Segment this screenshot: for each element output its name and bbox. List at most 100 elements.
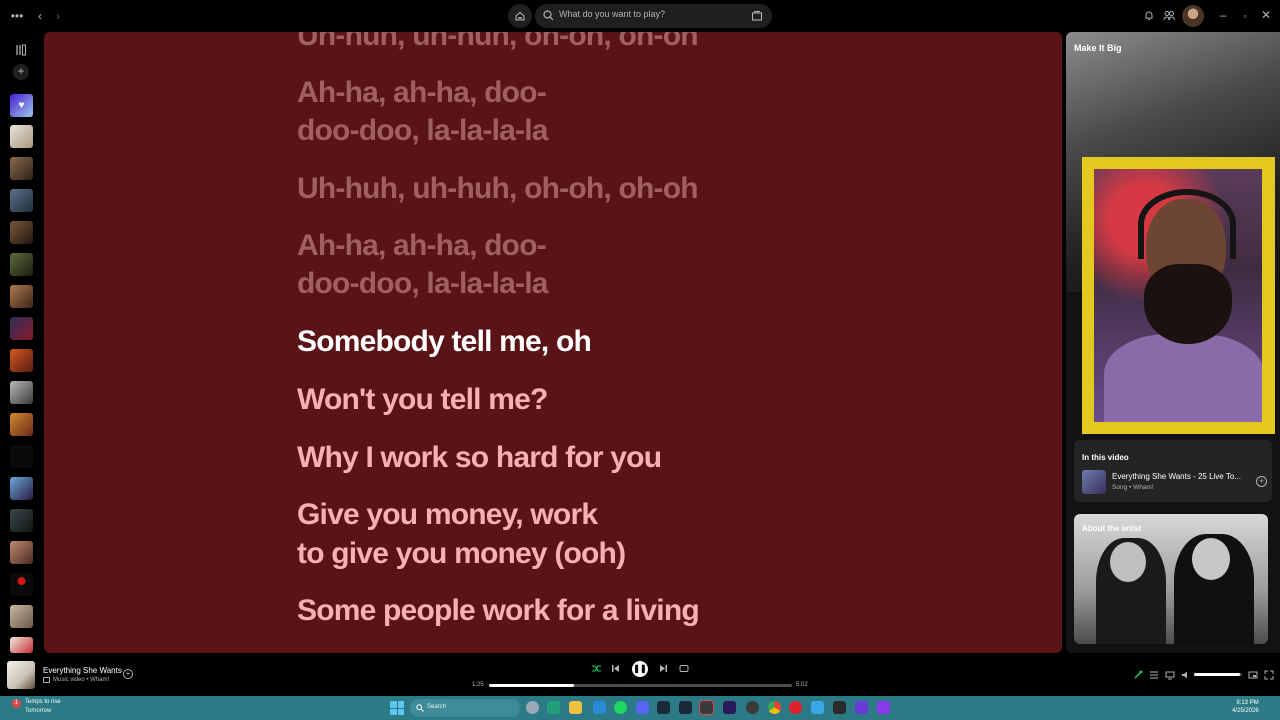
- spotify-icon[interactable]: [614, 701, 627, 714]
- library-item[interactable]: [10, 445, 33, 468]
- taskbar-app-icon[interactable]: [593, 701, 606, 714]
- fullscreen-icon[interactable]: [1264, 670, 1274, 680]
- track-thumbnail[interactable]: [1082, 470, 1106, 494]
- library-item[interactable]: [10, 125, 33, 148]
- chrome-icon[interactable]: [768, 701, 781, 714]
- library-item[interactable]: [10, 157, 33, 180]
- weather-line1[interactable]: Temps to rise: [25, 699, 61, 705]
- add-to-liked-icon[interactable]: +: [123, 669, 133, 679]
- connect-device-icon[interactable]: [1165, 670, 1175, 680]
- minimize-icon[interactable]: –: [1218, 7, 1228, 23]
- taskbar-app-icon[interactable]: [855, 701, 868, 714]
- progress-bar[interactable]: [489, 684, 792, 687]
- lyric-line[interactable]: Ah-ha, ah-ha, doo-: [297, 227, 547, 265]
- library-item[interactable]: [10, 285, 33, 308]
- lyric-line[interactable]: Give you money, work: [297, 496, 598, 534]
- pause-button[interactable]: ❚❚: [632, 661, 648, 677]
- weather-line2[interactable]: Tomorrow: [25, 708, 51, 714]
- taskbar-search-placeholder: Search: [427, 704, 447, 710]
- library-item[interactable]: [10, 541, 33, 564]
- track-meta[interactable]: Song • Wham!: [1112, 484, 1154, 491]
- volume-slider[interactable]: [1194, 673, 1242, 676]
- track-title[interactable]: Everything She Wants - 25 Live To...: [1112, 472, 1241, 481]
- liked-songs-icon[interactable]: ♥: [10, 94, 33, 117]
- library-item[interactable]: [10, 253, 33, 276]
- search-icon: [543, 10, 554, 21]
- taskbar-app-icon[interactable]: [833, 701, 846, 714]
- library-item[interactable]: [10, 413, 33, 436]
- library-item[interactable]: [10, 477, 33, 500]
- taskbar-app-icon[interactable]: [877, 701, 890, 714]
- mini-player-icon[interactable]: [1248, 670, 1258, 680]
- now-playing-cover[interactable]: [7, 661, 35, 689]
- back-arrow-icon[interactable]: ‹: [34, 8, 46, 24]
- bell-icon[interactable]: [1144, 10, 1154, 21]
- taskbar-app-icon[interactable]: [746, 701, 759, 714]
- lyric-line[interactable]: doo-doo, la-la-la-la: [297, 265, 548, 303]
- start-button[interactable]: [390, 701, 404, 715]
- maximize-icon[interactable]: ▫: [1240, 8, 1250, 24]
- close-icon[interactable]: ✕: [1261, 7, 1271, 23]
- browse-icon[interactable]: [751, 10, 763, 22]
- taskbar-app-icon[interactable]: [657, 701, 670, 714]
- friends-icon[interactable]: [1163, 10, 1175, 21]
- lyric-line[interactable]: Why I work so hard for you: [297, 439, 662, 477]
- library-icon[interactable]: [15, 44, 27, 56]
- library-item[interactable]: [10, 349, 33, 372]
- lyric-line[interactable]: to give you money (ooh): [297, 535, 626, 573]
- library-item[interactable]: [10, 221, 33, 244]
- premiere-icon[interactable]: [723, 701, 736, 714]
- weather-badge[interactable]: 1: [12, 699, 21, 708]
- taskbar-app-icon[interactable]: [699, 700, 714, 715]
- add-to-library-icon[interactable]: +: [1256, 476, 1267, 487]
- next-icon[interactable]: [659, 664, 668, 673]
- taskbar-app-icon[interactable]: [547, 701, 560, 714]
- taskbar-app-icon[interactable]: [526, 701, 539, 714]
- library-item[interactable]: [10, 509, 33, 532]
- library-item[interactable]: [10, 381, 33, 404]
- webcam-feed: [1138, 189, 1236, 259]
- now-playing-view-title[interactable]: Make It Big: [1074, 43, 1122, 53]
- library-item[interactable]: [10, 637, 33, 653]
- lyric-line[interactable]: Uh-huh, uh-huh, oh-oh, oh-oh: [297, 170, 699, 208]
- in-this-video-header: In this video: [1082, 453, 1129, 462]
- lyric-line[interactable]: Ah-ha, ah-ha, doo-: [297, 74, 547, 112]
- repeat-icon[interactable]: [679, 664, 689, 673]
- shuffle-icon[interactable]: [591, 663, 602, 674]
- artist-photo: [1110, 542, 1146, 582]
- library-item[interactable]: [10, 317, 33, 340]
- volume-icon[interactable]: [1181, 670, 1191, 680]
- discord-icon[interactable]: [636, 701, 649, 714]
- library-item[interactable]: [10, 189, 33, 212]
- home-button[interactable]: [508, 4, 532, 28]
- now-playing-title[interactable]: Everything She Wants: [43, 666, 122, 675]
- lyric-line[interactable]: Uh-huh, uh-huh, oh-oh, oh-oh: [297, 32, 699, 55]
- lyrics-icon[interactable]: [1133, 670, 1143, 680]
- lyric-line[interactable]: doo-doo, la-la-la-la: [297, 112, 548, 150]
- about-the-artist-label: About the artist: [1082, 524, 1142, 533]
- taskbar-app-icon[interactable]: [811, 701, 824, 714]
- file-explorer-icon[interactable]: [569, 701, 582, 714]
- queue-icon[interactable]: [1149, 670, 1159, 680]
- user-avatar[interactable]: [1182, 5, 1204, 27]
- now-playing-subtitle[interactable]: Music video • Wham!: [53, 677, 109, 683]
- create-playlist-icon[interactable]: +: [13, 64, 29, 80]
- steam-icon[interactable]: [679, 701, 692, 714]
- windows-taskbar: 1 Temps to rise Tomorrow Search 9:13 PM …: [0, 696, 1280, 720]
- about-the-artist-card[interactable]: About the artist: [1074, 514, 1268, 644]
- search-input[interactable]: What do you want to play?: [535, 4, 772, 28]
- library-item[interactable]: [10, 573, 33, 596]
- in-this-video-card: In this video Everything She Wants - 25 …: [1074, 440, 1272, 502]
- lyric-line[interactable]: Some people work for a living: [297, 592, 700, 630]
- lyric-line[interactable]: Won't you tell me?: [297, 381, 548, 419]
- forward-arrow-icon[interactable]: ›: [52, 8, 64, 24]
- library-item[interactable]: [10, 605, 33, 628]
- menu-dots-icon[interactable]: •••: [10, 8, 24, 24]
- previous-icon[interactable]: [611, 664, 620, 673]
- progress-fill: [489, 684, 575, 687]
- system-clock[interactable]: 9:13 PM 4/25/2026: [1232, 699, 1259, 715]
- volume-fill: [1194, 673, 1240, 676]
- lyric-line-current[interactable]: Somebody tell me, oh: [297, 323, 592, 361]
- opera-icon[interactable]: [789, 701, 802, 714]
- taskbar-search[interactable]: Search: [410, 699, 520, 717]
